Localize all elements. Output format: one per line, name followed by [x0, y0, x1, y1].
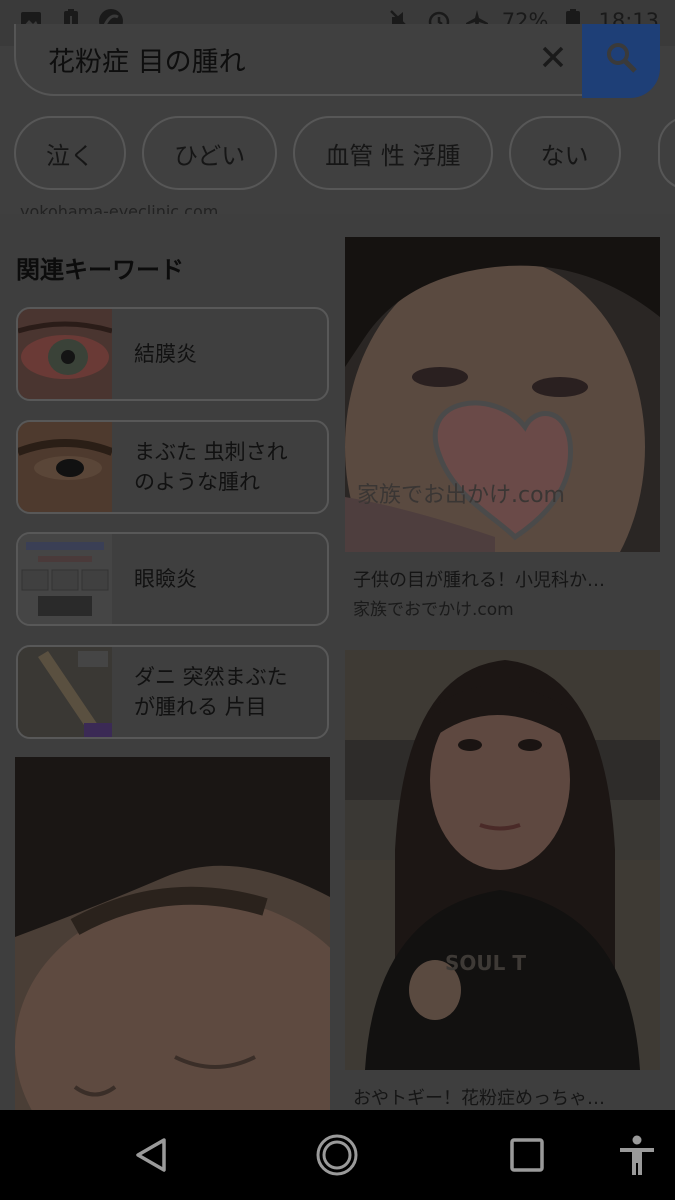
keyword-label: 結膜炎: [134, 342, 197, 366]
keyword-label: 眼瞼炎: [134, 567, 197, 591]
related-keyword-card[interactable]: ダニ 突然まぶた が腫れる 片目: [16, 645, 329, 739]
related-keywords-title: 関連キーワード: [16, 256, 184, 284]
navigation-bar: [0, 1110, 675, 1200]
result-title[interactable]: 子供の目が腫れる！小児科か…: [353, 566, 605, 592]
back-icon[interactable]: [128, 1132, 174, 1178]
suggestion-chips: 泣く ひどい 血管 性 浮腫 ない: [14, 116, 621, 190]
chip-suggestion[interactable]: ない: [508, 116, 621, 190]
keyword-thumbnail: [18, 309, 112, 399]
related-keyword-card[interactable]: 結膜炎: [16, 307, 329, 401]
close-icon[interactable]: [538, 42, 568, 72]
keyword-thumbnail: [18, 422, 112, 512]
related-keyword-card[interactable]: 眼瞼炎: [16, 532, 329, 626]
accessibility-icon[interactable]: [614, 1132, 660, 1178]
image-watermark: 家族でお出かけ.com: [357, 483, 565, 508]
search-query[interactable]: 花粉症 目の腫れ: [48, 40, 246, 79]
search-icon: [604, 40, 640, 80]
recents-icon[interactable]: [504, 1132, 550, 1178]
result-image[interactable]: [15, 757, 330, 1110]
result-image[interactable]: 家族でお出かけ.com: [345, 237, 660, 552]
result-image[interactable]: SOUL T: [345, 650, 660, 1070]
keyword-thumbnail: [18, 534, 112, 624]
chip-suggestion[interactable]: 泣く: [14, 116, 126, 190]
svg-text:SOUL T: SOUL T: [445, 951, 526, 975]
chip-suggestion[interactable]: 血管 性 浮腫: [293, 116, 493, 190]
result-url: yokohama-eyeclinic.com: [20, 202, 219, 214]
chip-suggestion[interactable]: ひどい: [142, 116, 278, 190]
keyword-label: ダニ 突然まぶた が腫れる 片目: [134, 665, 288, 719]
result-title[interactable]: おやトギー！花粉症めっちゃ…: [353, 1084, 605, 1110]
keyword-thumbnail: [18, 647, 112, 737]
search-button[interactable]: [582, 24, 660, 98]
related-keyword-card[interactable]: まぶた 虫刺され のような腫れ: [16, 420, 329, 514]
home-icon[interactable]: [314, 1132, 360, 1178]
result-source: 家族でおでかけ.com: [353, 600, 514, 620]
keyword-label: まぶた 虫刺され のような腫れ: [134, 440, 288, 494]
search-input[interactable]: 花粉症 目の腫れ: [14, 24, 658, 96]
